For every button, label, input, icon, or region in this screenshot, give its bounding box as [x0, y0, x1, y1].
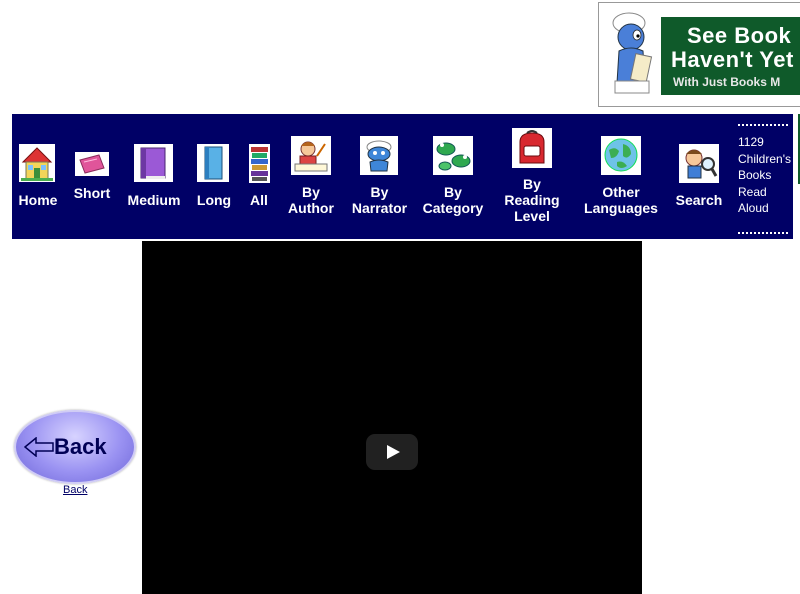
- nav-item-by-narrator[interactable]: By Narrator: [352, 134, 407, 218]
- globe-icon: [601, 136, 641, 175]
- nav-label-by-author: By Author: [288, 184, 334, 216]
- nav-item-other-languages[interactable]: Other Languages: [583, 134, 659, 218]
- book-stack-icon: [249, 144, 270, 183]
- back-link[interactable]: Back: [63, 484, 87, 496]
- banner-ad[interactable]: See Book Haven't Yet With Just Books M: [598, 2, 800, 107]
- count-rule-top: [738, 124, 788, 126]
- nav-item-by-author[interactable]: By Author: [286, 134, 336, 218]
- nav-item-by-category[interactable]: By Category: [422, 134, 484, 218]
- nav-item-home[interactable]: Home: [16, 142, 60, 212]
- book-count-text: 1129 Children's Books Read Aloud: [738, 124, 798, 234]
- magnifier-kid-icon: [679, 144, 719, 183]
- back-button-graphic[interactable]: Back: [14, 410, 136, 484]
- ad-line-3: With Just Books M: [673, 75, 781, 89]
- nav-label-home: Home: [18, 192, 58, 208]
- count-rule-bottom: [738, 232, 788, 234]
- nav-label-by-category: By Category: [422, 184, 484, 216]
- blue-book-icon: [197, 144, 229, 182]
- nav-label-other-languages: Other Languages: [584, 184, 658, 216]
- pink-book-icon: [75, 152, 109, 176]
- nav-item-by-reading-level[interactable]: By Reading Level: [502, 126, 562, 224]
- nav-label-all: All: [250, 192, 268, 208]
- video-player[interactable]: [142, 241, 642, 594]
- play-button-icon: [387, 445, 400, 459]
- ad-line-1: See Book: [687, 23, 792, 48]
- ad-panel[interactable]: See Book Haven't Yet With Just Books M: [661, 17, 800, 95]
- purple-book-icon: [134, 144, 173, 182]
- nav-item-search[interactable]: Search: [674, 142, 724, 212]
- smurf-mascot-icon: [612, 12, 653, 94]
- nav-bar: Home Short Medium Long All By Author By …: [12, 114, 800, 239]
- nav-item-medium[interactable]: Medium: [127, 142, 181, 212]
- nav-label-medium: Medium: [127, 192, 181, 208]
- nav-label-short: Short: [73, 185, 111, 201]
- nav-item-all[interactable]: All: [245, 142, 273, 212]
- back-button[interactable]: Back: [14, 410, 136, 484]
- frogs-icon: [433, 136, 473, 175]
- left-arrow-icon: [24, 437, 54, 457]
- nav-item-short[interactable]: Short: [72, 152, 112, 204]
- narrator-icon: [360, 136, 398, 175]
- nav-label-search: Search: [675, 192, 723, 208]
- nav-label-by-narrator: By Narrator: [351, 184, 408, 216]
- house-icon: [19, 144, 55, 182]
- nav-label-long: Long: [196, 192, 232, 208]
- book-count-label: 1129 Children's Books Read Aloud: [738, 135, 791, 215]
- ad-line-2: Haven't Yet: [671, 47, 794, 72]
- nav-label-by-reading-level: By Reading Level: [504, 176, 560, 224]
- back-button-label: Back: [54, 434, 107, 459]
- play-button[interactable]: [366, 434, 418, 470]
- author-writing-icon: [291, 136, 331, 175]
- backpack-icon: [512, 128, 552, 168]
- nav-item-long[interactable]: Long: [194, 142, 234, 212]
